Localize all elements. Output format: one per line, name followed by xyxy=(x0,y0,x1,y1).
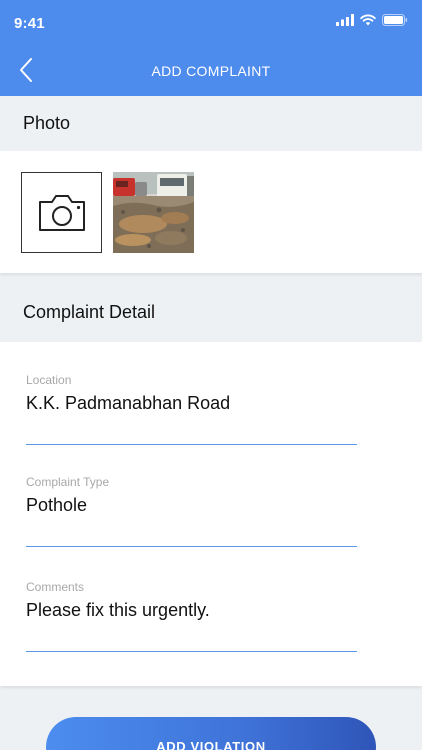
comments-label: Comments xyxy=(26,580,85,594)
location-value: K.K. Padmanabhan Road xyxy=(26,393,231,413)
pothole-photo-image xyxy=(113,172,194,253)
photo-section-label: Photo xyxy=(23,113,71,133)
app-header: 9:41 ADD COMPLAINT xyxy=(0,0,422,96)
photo-thumbnail[interactable] xyxy=(113,172,194,253)
status-bar: 9:41 xyxy=(0,0,422,44)
complaint-type-value: Pothole xyxy=(26,495,88,515)
camera-icon xyxy=(38,194,85,231)
location-label: Location xyxy=(26,373,72,387)
battery-icon xyxy=(382,14,408,26)
page-title: ADD COMPLAINT xyxy=(151,63,271,79)
wifi-icon xyxy=(360,14,376,26)
comments-value: Please fix this urgently. xyxy=(26,600,210,620)
photo-card xyxy=(0,151,422,273)
status-time: 9:41 xyxy=(14,15,45,32)
comments-field[interactable]: Comments Please fix this urgently. xyxy=(26,580,357,652)
signal-icon xyxy=(336,14,354,26)
status-icons xyxy=(336,14,408,26)
add-photo-button[interactable] xyxy=(21,172,102,253)
complaint-type-label: Complaint Type xyxy=(26,475,110,489)
location-field[interactable]: Location K.K. Padmanabhan Road xyxy=(26,373,357,445)
complaint-detail-label: Complaint Detail xyxy=(23,302,156,322)
nav-bar: ADD COMPLAINT xyxy=(0,48,422,92)
add-violation-button[interactable]: ADD VIOLATION xyxy=(46,717,376,750)
complaint-detail-card: Location K.K. Padmanabhan Road Complaint… xyxy=(0,342,422,686)
complaint-type-field[interactable]: Complaint Type Pothole xyxy=(26,475,357,547)
